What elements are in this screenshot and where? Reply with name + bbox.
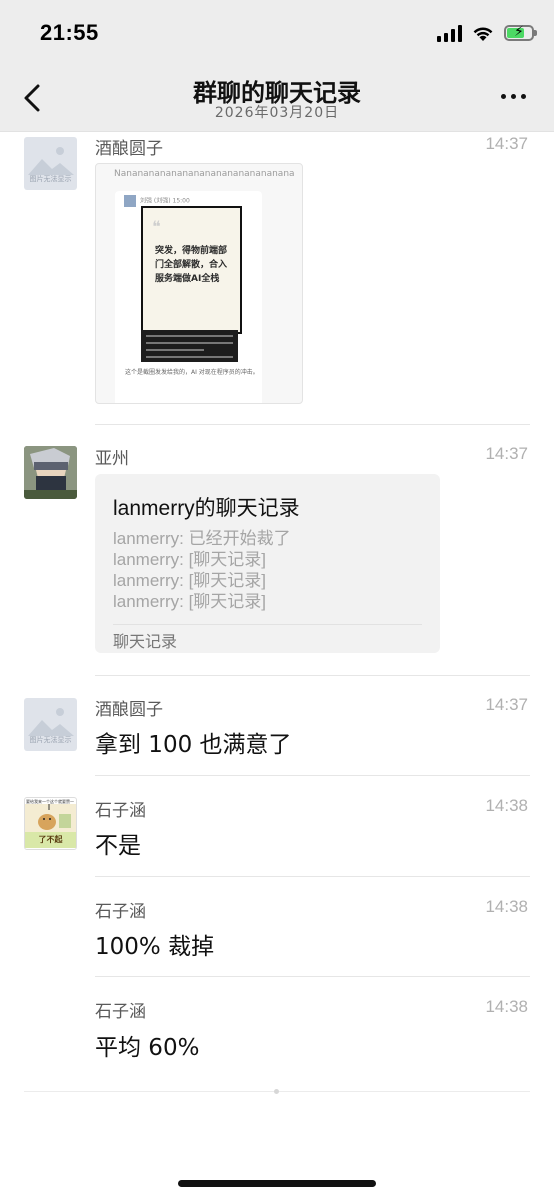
image-top-text: Nananananananananananananananana xyxy=(114,169,295,179)
message-text: 100% 裁掉 xyxy=(95,934,215,960)
sender-name: 石子涵 xyxy=(95,902,146,922)
home-indicator[interactable] xyxy=(178,1180,376,1187)
avatar-placeholder-text: 图片无法显示 xyxy=(29,736,72,744)
message-text: 不是 xyxy=(95,833,141,859)
chat-record-footer: 聊天记录 xyxy=(113,632,178,651)
more-options-icon[interactable] xyxy=(501,94,526,99)
sender-name: 亚州 xyxy=(95,449,129,469)
message-time: 14:38 xyxy=(485,897,528,916)
chat-record-card[interactable]: lanmerry的聊天记录 lanmerry: 已经开始裁了 lanmerry:… xyxy=(95,474,440,653)
message-divider xyxy=(95,675,530,676)
avatar[interactable] xyxy=(24,446,77,499)
cellular-signal-icon xyxy=(437,24,462,42)
image-poster: ❝ 突发，得物前端部门全部解散，合入服务端做AI全栈 xyxy=(141,206,242,334)
character-avatar-icon xyxy=(24,446,77,499)
avatar[interactable]: 图片无法显示 xyxy=(24,698,77,751)
message-divider xyxy=(95,876,530,877)
avatar-meme-text-bottom: 了不起 xyxy=(25,832,76,848)
avatar-placeholder-text: 图片无法显示 xyxy=(29,175,72,183)
image-screenshot-card: 刘强 (刘强) 15:00 ❝ 突发，得物前端部门全部解散，合入服务端做AI全栈… xyxy=(115,191,262,403)
message-time: 14:37 xyxy=(485,444,528,463)
chat-record-line: lanmerry: [聊天记录] xyxy=(113,592,267,611)
image-caption: 这个是截圈发发给我的，AI 对现在程序员的冲击。 xyxy=(125,369,259,376)
end-dot xyxy=(274,1089,279,1094)
sender-name: 石子涵 xyxy=(95,1002,146,1022)
battery-icon: ⚡ xyxy=(504,24,537,41)
message-time: 14:37 xyxy=(485,695,528,714)
message-text: 拿到 100 也满意了 xyxy=(95,732,292,758)
status-icons: ⚡ xyxy=(437,21,537,45)
page-subtitle-date: 2026年03月20日 xyxy=(214,105,340,121)
image-dark-strip xyxy=(141,330,238,362)
message-divider xyxy=(95,775,530,776)
nav-header: 21:55 ⚡ 群聊的聊天记录 2026年03月20日 xyxy=(0,0,554,132)
status-time: 21:55 xyxy=(40,20,99,45)
message-time: 14:38 xyxy=(485,796,528,815)
sender-name: 酒酿圆子 xyxy=(95,700,163,720)
message-divider xyxy=(95,976,530,977)
message-time: 14:37 xyxy=(485,134,528,153)
chat-record-title: lanmerry的聊天记录 xyxy=(113,497,300,520)
sender-name: 酒酿圆子 xyxy=(95,139,163,159)
meme-cat-icon xyxy=(25,804,76,834)
message-text: 平均 60% xyxy=(95,1035,200,1061)
quote-icon: ❝ xyxy=(152,217,161,236)
sender-name: 石子涵 xyxy=(95,801,146,821)
image-headline: 突发，得物前端部门全部解散，合入服务端做AI全栈 xyxy=(155,246,228,284)
image-message[interactable]: Nananananananananananananananana 刘强 (刘强)… xyxy=(95,163,303,404)
message-divider xyxy=(95,424,530,425)
message-time: 14:38 xyxy=(485,997,528,1016)
avatar[interactable]: 图片无法显示 xyxy=(24,137,77,190)
avatar[interactable]: 要给我来一个这个就要赞一 了不起 xyxy=(24,797,77,850)
wifi-icon xyxy=(473,27,493,41)
chat-record-separator xyxy=(113,624,422,625)
